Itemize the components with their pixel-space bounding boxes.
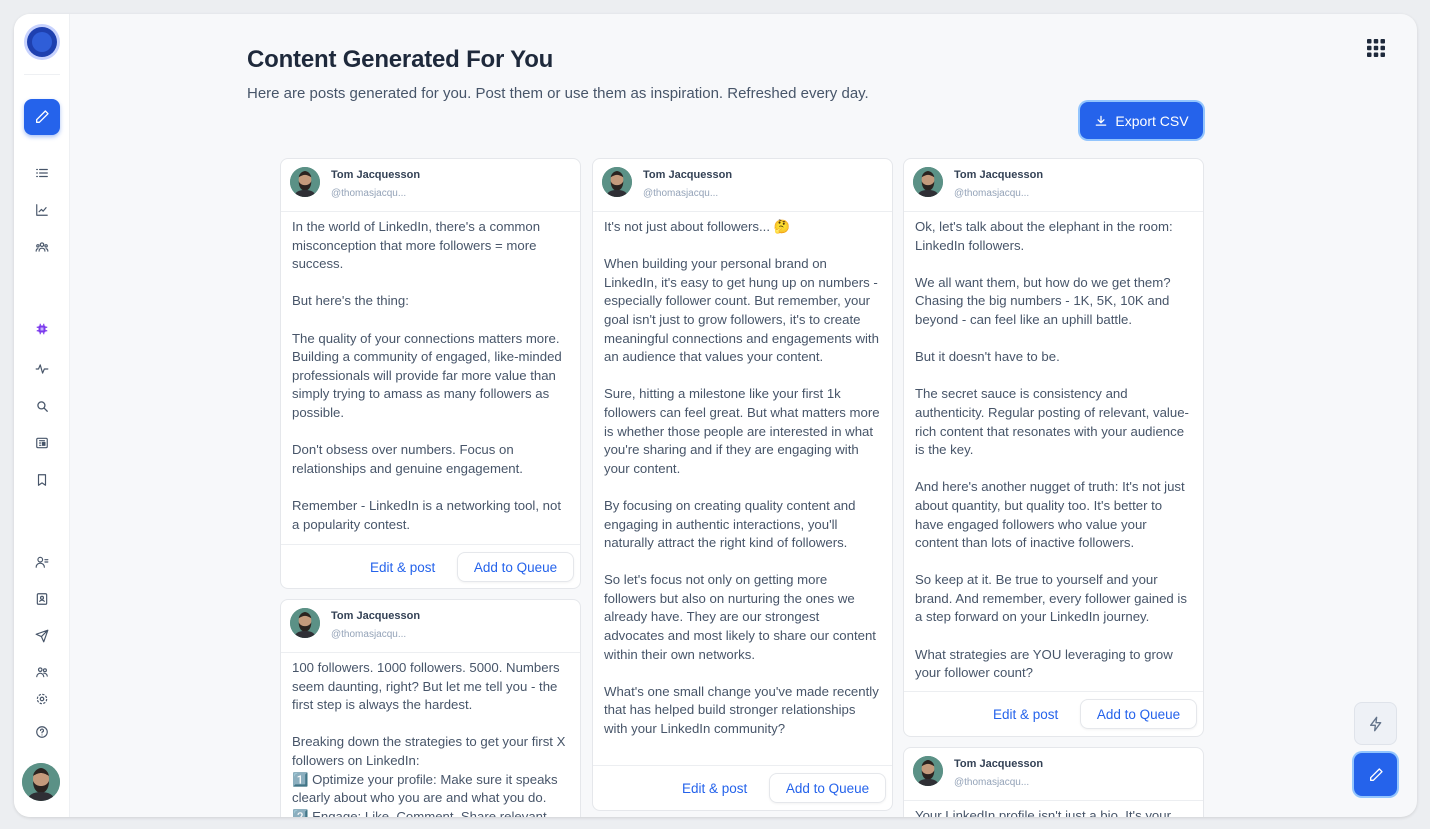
- edit-post-button[interactable]: Edit & post: [370, 560, 435, 575]
- author-avatar: [290, 608, 320, 638]
- user-list-icon: [35, 556, 49, 568]
- post-text: Your LinkedIn profile isn't just a bio. …: [915, 808, 1171, 817]
- post-text: Ok, let's talk about the elephant in the…: [915, 219, 1189, 681]
- quick-generate-button[interactable]: [1354, 702, 1397, 745]
- export-csv-button[interactable]: Export CSV: [1080, 102, 1203, 139]
- post-actions: Edit & post Add to Queue: [281, 544, 580, 588]
- add-to-queue-button[interactable]: Add to Queue: [769, 773, 886, 803]
- users-icon: [35, 242, 49, 252]
- sidebar-divider: [24, 74, 60, 75]
- pencil-icon: [1369, 767, 1383, 781]
- sidebar-item-saved[interactable]: [32, 470, 52, 490]
- post-card: Tom Jacquesson @thomasjacqu... In the wo…: [280, 158, 581, 589]
- download-icon: [1096, 115, 1107, 126]
- sidebar-item-settings[interactable]: [32, 689, 52, 709]
- contact-card-icon: [36, 593, 48, 605]
- page-subtitle: Here are posts generated for you. Post t…: [247, 85, 869, 102]
- pencil-icon: [36, 110, 49, 123]
- sidebar-item-activity[interactable]: [32, 359, 52, 379]
- post-card: Tom Jacquesson @thomasjacqu... Ok, let's…: [903, 158, 1204, 737]
- sidebar-item-profiles[interactable]: [32, 552, 52, 572]
- post-actions: Edit & post Add to Queue: [904, 691, 1203, 736]
- compose-button[interactable]: [24, 99, 60, 135]
- search-icon: [37, 401, 48, 412]
- post-text: In the world of LinkedIn, there's a comm…: [292, 219, 562, 532]
- author-name: Tom Jacquesson: [331, 610, 421, 622]
- bookmark-icon: [37, 474, 47, 486]
- activity-icon: [35, 364, 49, 374]
- list-icon: [36, 168, 48, 178]
- settings-icon: [36, 693, 48, 705]
- edit-post-button[interactable]: Edit & post: [993, 707, 1058, 722]
- page-title: Content Generated For You: [247, 46, 554, 73]
- sidebar-item-team[interactable]: [32, 662, 52, 682]
- newspaper-icon: [36, 437, 48, 449]
- author-name: Tom Jacquesson: [954, 169, 1044, 181]
- post-header: Tom Jacquesson @thomasjacqu...: [904, 159, 1203, 212]
- post-actions: Edit & post Add to Queue: [593, 765, 892, 810]
- export-csv-label: Export CSV: [1115, 112, 1189, 129]
- post-text: 100 followers. 1000 followers. 5000. Num…: [292, 660, 566, 817]
- author-avatar: [290, 167, 320, 197]
- add-to-queue-button[interactable]: Add to Queue: [1080, 699, 1197, 729]
- sidebar-item-analytics[interactable]: [32, 200, 52, 220]
- sidebar: [14, 14, 70, 817]
- post-card: Tom Jacquesson @thomasjacqu... Your Link…: [903, 747, 1204, 817]
- author-name: Tom Jacquesson: [643, 169, 733, 181]
- team-icon: [36, 667, 48, 678]
- author-avatar: [913, 167, 943, 197]
- post-header: Tom Jacquesson @thomasjacqu...: [904, 748, 1203, 801]
- author-handle: @thomasjacqu...: [331, 629, 407, 640]
- line-chart-icon: [36, 204, 48, 216]
- author-handle: @thomasjacqu...: [643, 188, 719, 199]
- author-handle: @thomasjacqu...: [331, 188, 407, 199]
- edit-post-button[interactable]: Edit & post: [682, 781, 747, 796]
- sidebar-item-posts[interactable]: [32, 163, 52, 183]
- app-logo[interactable]: [27, 27, 57, 57]
- apps-grid-icon[interactable]: [1366, 38, 1386, 58]
- author-handle: @thomasjacqu...: [954, 188, 1030, 199]
- send-icon: [35, 629, 49, 643]
- post-text: It's not just about followers... 🤔 When …: [604, 219, 880, 737]
- sidebar-item-send[interactable]: [32, 626, 52, 646]
- add-to-queue-button[interactable]: Add to Queue: [457, 552, 574, 582]
- author-name: Tom Jacquesson: [331, 169, 421, 181]
- sidebar-item-audience[interactable]: [32, 237, 52, 257]
- post-header: Tom Jacquesson @thomasjacqu...: [281, 159, 580, 212]
- post-card: Tom Jacquesson @thomasjacqu... 100 follo…: [280, 599, 581, 817]
- chip-icon: [36, 323, 48, 335]
- author-avatar: [602, 167, 632, 197]
- post-header: Tom Jacquesson @thomasjacqu...: [281, 600, 580, 653]
- sidebar-item-help[interactable]: [32, 722, 52, 742]
- sidebar-item-contacts[interactable]: [32, 589, 52, 609]
- sidebar-item-ai[interactable]: [32, 319, 52, 339]
- author-name: Tom Jacquesson: [954, 758, 1044, 770]
- author-avatar: [913, 756, 943, 786]
- sidebar-item-search[interactable]: [32, 396, 52, 416]
- app-window: Content Generated For You Here are posts…: [14, 14, 1417, 817]
- user-avatar[interactable]: [22, 763, 60, 801]
- help-icon: [36, 726, 48, 738]
- lightning-icon: [1369, 716, 1381, 731]
- post-header: Tom Jacquesson @thomasjacqu...: [593, 159, 892, 212]
- sidebar-item-news[interactable]: [32, 433, 52, 453]
- author-handle: @thomasjacqu...: [954, 777, 1030, 788]
- new-post-button[interactable]: [1354, 753, 1397, 796]
- post-card: Tom Jacquesson @thomasjacqu... It's not …: [592, 158, 893, 811]
